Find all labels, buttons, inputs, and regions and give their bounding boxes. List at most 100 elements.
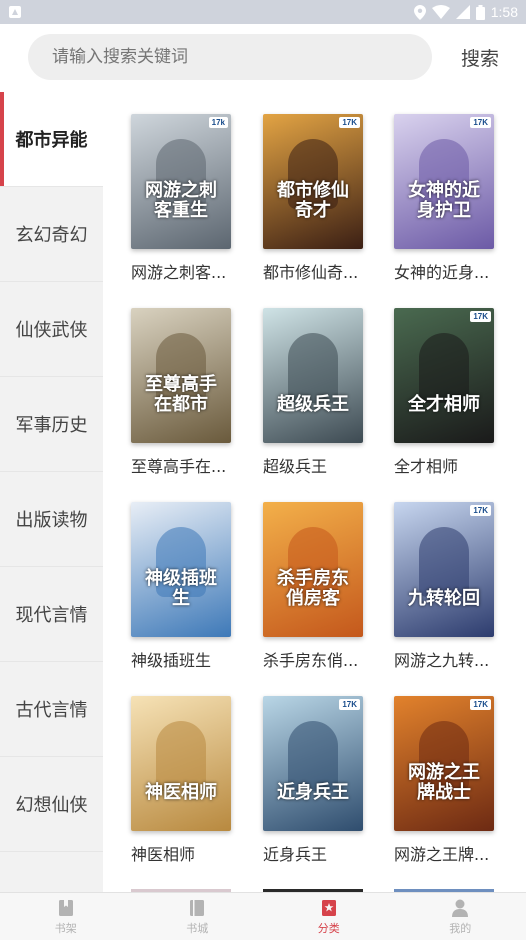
tab-label: 分类 <box>317 921 340 935</box>
book-cover[interactable]: 17K 近身兵王 <box>263 696 363 831</box>
search-input[interactable] <box>28 34 432 80</box>
book-cover[interactable]: 17K 九转轮回 <box>394 502 494 637</box>
sidebar-item-modern-romance[interactable]: 现代言情 <box>0 567 103 662</box>
book-item[interactable]: 17K 网游之王牌战士网游之王牌... <box>394 696 504 865</box>
book-item[interactable]: 17K 九转轮回网游之九转... <box>394 502 504 671</box>
sidebar-item-label: 玄幻奇幻 <box>15 225 88 246</box>
cover-title: 至尊高手在都市 <box>145 374 217 415</box>
search-header: 搜索 <box>0 24 526 92</box>
book-item[interactable]: 17k 网游之刺客重生网游之刺客... <box>131 114 241 283</box>
book-item[interactable]: 超级兵王 超级兵王 <box>263 308 373 477</box>
cover-title: 九转轮回 <box>408 588 480 609</box>
cover-figure <box>288 721 338 791</box>
book-cover[interactable]: 17k 网游之刺客重生 <box>131 114 231 249</box>
signal-icon <box>455 5 470 19</box>
cover-badge: 17K <box>339 117 360 128</box>
book-cover[interactable]: 17K 女神的近身护卫 <box>394 114 494 249</box>
book-title[interactable]: 近身兵王 <box>263 841 373 865</box>
book-title[interactable]: 网游之王牌... <box>394 841 504 865</box>
book-title[interactable]: 超级兵王 <box>263 453 373 477</box>
sidebar-item-label: 都市异能 <box>15 130 88 151</box>
book-cover[interactable]: 神级插班生 <box>131 502 231 637</box>
tab-bookstore[interactable]: 书城 <box>132 893 264 940</box>
cover-title: 网游之王牌战士 <box>408 762 480 803</box>
category-icon <box>321 899 336 916</box>
cover-figure <box>156 721 206 791</box>
cover-title: 网游之刺客重生 <box>145 180 217 221</box>
book-item[interactable]: 17K 女神的近身护卫女神的近身... <box>394 114 504 283</box>
sidebar-item-label: 幻想仙侠 <box>15 795 88 816</box>
sidebar-item-label: 出版读物 <box>15 510 88 531</box>
tab-label: 书架 <box>54 921 77 935</box>
bookmark-icon <box>58 899 73 916</box>
sidebar-item-label: 仙侠武侠 <box>15 320 88 341</box>
sidebar-item-label: 现代言情 <box>15 605 88 626</box>
cover-badge: 17K <box>339 699 360 710</box>
book-cover[interactable]: 17K 网游之王牌战士 <box>394 696 494 831</box>
book-icon <box>190 899 205 916</box>
tab-label: 我的 <box>449 921 472 935</box>
app-notification-icon <box>9 6 21 18</box>
book-title[interactable]: 网游之九转... <box>394 647 504 671</box>
sidebar-item-wuxia[interactable]: 仙侠武侠 <box>0 282 103 377</box>
status-time: 1:58 <box>490 4 518 20</box>
book-item[interactable]: 杀手房东俏房客杀手房东俏... <box>263 502 373 671</box>
cover-badge: 17k <box>208 117 228 128</box>
cover-title: 近身兵王 <box>277 782 349 803</box>
tab-label: 书城 <box>186 921 209 935</box>
cover-badge: 17K <box>470 311 491 322</box>
book-cover[interactable]: 至尊高手在都市 <box>131 308 231 443</box>
book-item[interactable]: 17K 都市修仙奇才都市修仙奇... <box>263 114 373 283</box>
book-cover[interactable]: 17K 全才相师 <box>394 308 494 443</box>
cover-title: 神级插班生 <box>145 568 217 609</box>
sidebar-item-label: 军事历史 <box>15 415 88 436</box>
book-item[interactable]: 神级插班生 神级插班生 <box>131 502 241 671</box>
cover-badge: 17K <box>470 117 491 128</box>
book-title[interactable]: 神医相师 <box>131 841 241 865</box>
sidebar-item-published[interactable]: 出版读物 <box>0 472 103 567</box>
bottom-tab-bar: 书架 书城 分类 我的 <box>0 892 526 940</box>
cover-title: 神医相师 <box>145 782 217 803</box>
search-button[interactable]: 搜索 <box>450 34 510 80</box>
book-cover[interactable]: 神医相师 <box>131 696 231 831</box>
book-title[interactable]: 网游之刺客... <box>131 259 241 283</box>
sidebar-item-urban[interactable]: 都市异能 <box>0 92 103 187</box>
book-item[interactable]: 17K 全才相师全才相师 <box>394 308 504 477</box>
tab-profile[interactable]: 我的 <box>395 893 526 940</box>
book-title[interactable]: 都市修仙奇... <box>263 259 373 283</box>
status-bar: 1:58 <box>0 0 526 24</box>
user-icon <box>452 899 469 917</box>
book-title[interactable]: 全才相师 <box>394 453 504 477</box>
book-title[interactable]: 女神的近身... <box>394 259 504 283</box>
sidebar-item-military[interactable]: 军事历史 <box>0 377 103 472</box>
book-title[interactable]: 杀手房东俏... <box>263 647 373 671</box>
sidebar-item-fantasy[interactable]: 玄幻奇幻 <box>0 187 103 282</box>
category-sidebar: 都市异能 玄幻奇幻 仙侠武侠 军事历史 出版读物 现代言情 古代言情 幻想仙侠 <box>0 92 103 892</box>
cover-badge: 17K <box>470 699 491 710</box>
cover-title: 杀手房东俏房客 <box>277 568 349 609</box>
location-icon <box>413 4 426 20</box>
book-title[interactable]: 神级插班生 <box>131 647 241 671</box>
cover-title: 都市修仙奇才 <box>277 180 349 221</box>
cover-figure <box>419 333 469 403</box>
sidebar-item-fantasy-xianxia[interactable]: 幻想仙侠 <box>0 757 103 852</box>
book-item[interactable]: 17K 近身兵王 近身兵王 <box>263 696 373 865</box>
book-item[interactable]: 至尊高手在都市至尊高手在... <box>131 308 241 477</box>
cover-title: 超级兵王 <box>277 394 349 415</box>
book-title[interactable]: 至尊高手在... <box>131 453 241 477</box>
battery-icon <box>475 4 485 20</box>
cover-badge: 17K <box>470 505 491 516</box>
cover-figure <box>288 333 338 403</box>
book-cover[interactable]: 杀手房东俏房客 <box>263 502 363 637</box>
tab-category[interactable]: 分类 <box>263 893 395 940</box>
book-item[interactable]: 神医相师 神医相师 <box>131 696 241 865</box>
book-grid: 17k 网游之刺客重生网游之刺客... 17K 都市修仙奇才都市修仙奇... 17K 女神… <box>103 92 526 892</box>
cover-title: 女神的近身护卫 <box>408 180 480 221</box>
cover-figure <box>419 527 469 597</box>
sidebar-item-label: 古代言情 <box>15 700 88 721</box>
book-cover[interactable]: 超级兵王 <box>263 308 363 443</box>
tab-bookshelf[interactable]: 书架 <box>0 893 132 940</box>
sidebar-item-ancient-romance[interactable]: 古代言情 <box>0 662 103 757</box>
wifi-icon <box>431 5 450 19</box>
book-cover[interactable]: 17K 都市修仙奇才 <box>263 114 363 249</box>
